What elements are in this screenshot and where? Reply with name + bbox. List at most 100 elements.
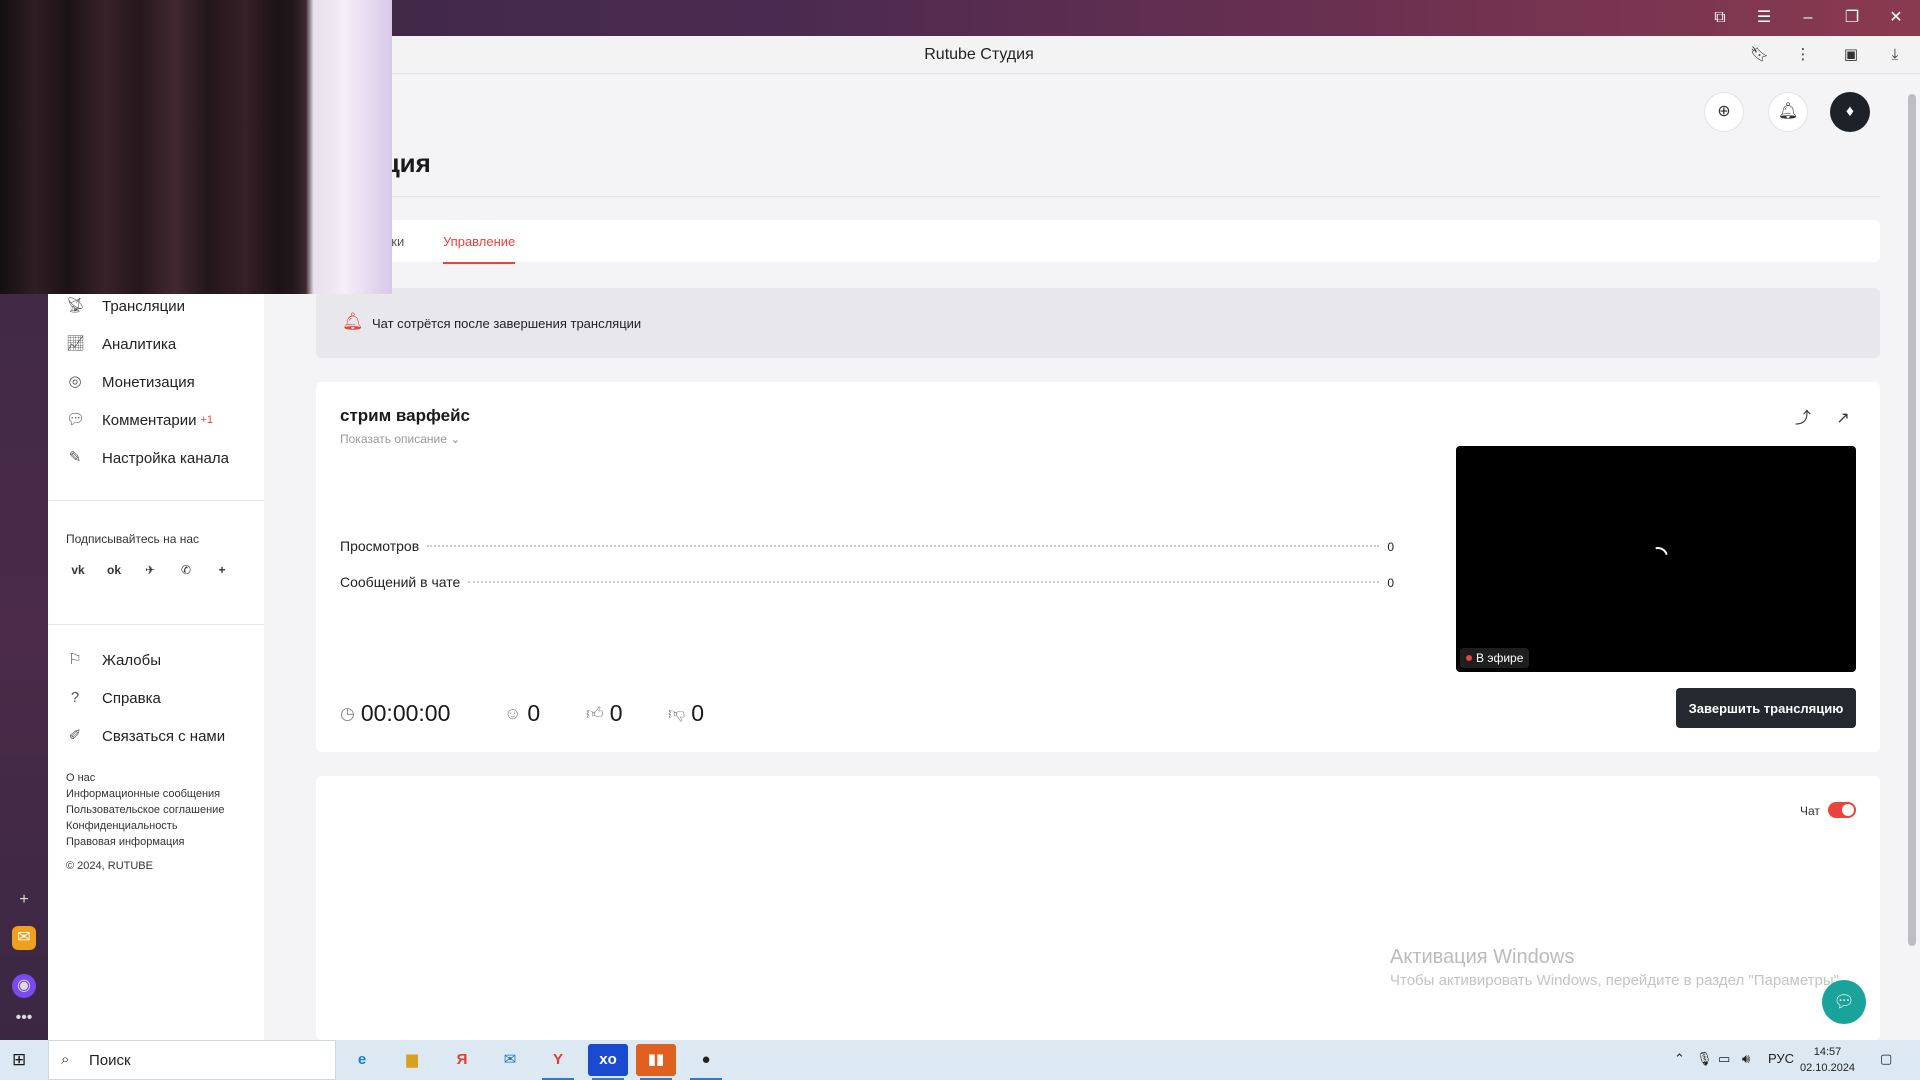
alice-assistant-icon[interactable]: ◉: [12, 974, 36, 998]
support-chat-button[interactable]: 💬︎: [1822, 980, 1866, 1024]
live-dot-icon: [1466, 655, 1472, 661]
taskbar-search-box[interactable]: ⌕ Поиск: [48, 1040, 336, 1080]
chat-notice: 🔔︎ Чат сотрётся после завершения трансля…: [316, 288, 1880, 358]
stat-label: Сообщений в чате: [340, 574, 461, 590]
sidebar-item-label: Аналитика: [102, 335, 177, 353]
vk-icon[interactable]: vk: [66, 558, 90, 582]
more-rail-icon[interactable]: •••: [12, 1006, 36, 1030]
sidebar-item-comments[interactable]: 💬︎ Комментарии +1: [66, 408, 213, 432]
viber-icon[interactable]: ✆: [174, 558, 198, 582]
viewers-value: 0: [527, 700, 541, 726]
notifications-button[interactable]: 🔔︎: [1768, 92, 1808, 132]
show-description-label: Показать описание: [340, 432, 447, 446]
avatar[interactable]: ♦: [1830, 92, 1870, 132]
analytics-icon: 📈︎: [66, 335, 86, 352]
restore-button[interactable]: ❐: [1842, 8, 1862, 28]
footer-link-privacy[interactable]: Конфиденциальность: [66, 820, 178, 832]
sidebar-item-analytics[interactable]: 📈︎ Аналитика: [66, 332, 176, 356]
bookmark-icon[interactable]: 🔖︎: [1750, 46, 1769, 64]
dotted-leader: [468, 581, 1380, 583]
sidebar-item-label: Связаться с нами: [102, 727, 226, 745]
notice-text: Чат сотрётся после завершения трансляции: [372, 316, 642, 331]
mail-icon[interactable]: ✉: [490, 1044, 530, 1076]
page-scrollbar[interactable]: [1904, 74, 1920, 1040]
show-description-toggle[interactable]: Показать описание ⌄: [340, 432, 460, 446]
live-badge: В эфире: [1460, 648, 1530, 668]
dislikes-value: 0: [691, 700, 705, 726]
chat-toggle[interactable]: [1828, 802, 1856, 818]
toggle-knob: [1842, 804, 1854, 816]
webcam-feed: [0, 0, 300, 294]
minimize-button[interactable]: –: [1798, 8, 1818, 28]
collections-icon[interactable]: ▣: [1842, 46, 1860, 64]
timer-value: 00:00:00: [360, 700, 451, 726]
question-icon: ?: [70, 689, 80, 706]
language-indicator[interactable]: РУС: [1768, 1051, 1794, 1066]
microphone-icon[interactable]: 🎙︎: [1696, 1051, 1713, 1067]
telegram-icon[interactable]: ✈: [138, 558, 162, 582]
windows-taskbar: ⊞ ⌕ Поиск e ▆ Я ✉ Y xo ▮▮ ● ⌃ 🎙︎ ▭ 🔊︎ РУ…: [0, 1040, 1920, 1080]
stats-app-icon[interactable]: ▮▮: [636, 1044, 676, 1080]
sidebar-item-broadcasts[interactable]: 📡︎ Трансляции: [66, 294, 185, 318]
share-icon[interactable]: ⤴: [1792, 408, 1814, 430]
footer-link-about[interactable]: О нас: [66, 772, 95, 784]
stream-title: стрим варфейс: [340, 406, 470, 425]
tab-management[interactable]: Управление: [443, 234, 515, 249]
flag-icon: ⚐: [68, 651, 82, 668]
volume-icon[interactable]: 🔊︎: [1742, 1051, 1750, 1067]
sidebar-item-label: Настройка канала: [102, 449, 229, 467]
upload-button[interactable]: ⊕: [1704, 92, 1744, 132]
search-placeholder: Поиск: [89, 1052, 131, 1069]
webcam-overlay: [0, 0, 392, 294]
stream-preview-player[interactable]: В эфире: [1456, 446, 1856, 672]
end-stream-button[interactable]: Завершить трансляцию: [1676, 688, 1856, 728]
tab-bar: йки Управление: [316, 220, 1880, 262]
broadcast-icon: 📡︎: [66, 297, 86, 314]
yandex-browser-icon[interactable]: Y: [538, 1044, 578, 1080]
sidebar-item-label: Комментарии: [102, 411, 197, 429]
footer-link-legal[interactable]: Правовая информация: [66, 836, 184, 848]
menu-icon[interactable]: ☰: [1754, 8, 1774, 28]
dislikes-count: 👎︎ 0: [668, 700, 704, 727]
taskbar-clock[interactable]: 14:57 02.10.2024: [1800, 1044, 1855, 1076]
windows-start-icon[interactable]: ⊞: [12, 1050, 32, 1070]
sidebar-item-monetization[interactable]: ◎ Монетизация: [66, 370, 194, 394]
windows-activation-title: Активация Windows: [1390, 946, 1575, 968]
obs-app-icon[interactable]: ●: [686, 1044, 726, 1080]
stream-card: стрим варфейс Показать описание ⌄ Просмо…: [316, 382, 1880, 752]
likes-value: 0: [609, 700, 623, 726]
yandex-icon[interactable]: Я: [442, 1044, 482, 1076]
sidebar-item-contact[interactable]: ✐ Связаться с нами: [66, 724, 225, 748]
stat-value: 0: [1387, 576, 1394, 590]
footer-link-info[interactable]: Информационные сообщения: [66, 788, 220, 800]
close-button[interactable]: ✕: [1886, 8, 1906, 28]
bookmarks-panel-icon[interactable]: ⧉: [1710, 8, 1730, 28]
sidebar-item-help[interactable]: ? Справка: [66, 686, 161, 710]
bell-icon: 🔔︎: [342, 312, 364, 331]
footer-link-agreement[interactable]: Пользовательское соглашение: [66, 804, 224, 816]
comments-icon: 💬︎: [66, 411, 86, 428]
sidebar-item-label: Жалобы: [102, 651, 161, 669]
network-icon[interactable]: ▭: [1718, 1051, 1730, 1067]
viewers-count: ☺ 0: [504, 700, 540, 727]
sidebar-item-complaints[interactable]: ⚐ Жалобы: [66, 648, 161, 672]
ok-icon[interactable]: ok: [102, 558, 126, 582]
scrollbar-thumb[interactable]: [1908, 94, 1916, 946]
mail-app-icon[interactable]: ✉: [12, 926, 36, 950]
xbox-app-icon[interactable]: xo: [588, 1044, 628, 1080]
open-external-icon[interactable]: ↗: [1832, 408, 1854, 430]
more-options-icon[interactable]: ⋮: [1794, 46, 1812, 64]
more-social-icon[interactable]: +: [210, 558, 234, 582]
add-panel-icon[interactable]: +: [12, 888, 36, 912]
heading-divider: [316, 196, 1880, 197]
file-explorer-icon[interactable]: ▆: [392, 1044, 432, 1076]
sidebar-item-channel-settings[interactable]: ✎ Настройка канала: [66, 446, 229, 470]
stat-label: Просмотров: [340, 538, 420, 554]
download-icon[interactable]: ⤓: [1886, 46, 1904, 64]
loading-spinner-icon: [1644, 543, 1672, 571]
chat-toggle-label: Чат: [1800, 804, 1820, 818]
tray-expand-icon[interactable]: ⌃: [1674, 1051, 1685, 1067]
edge-browser-icon[interactable]: e: [342, 1044, 382, 1076]
notification-center-icon[interactable]: ▢: [1880, 1051, 1892, 1067]
comments-count-badge: +1: [200, 414, 214, 426]
